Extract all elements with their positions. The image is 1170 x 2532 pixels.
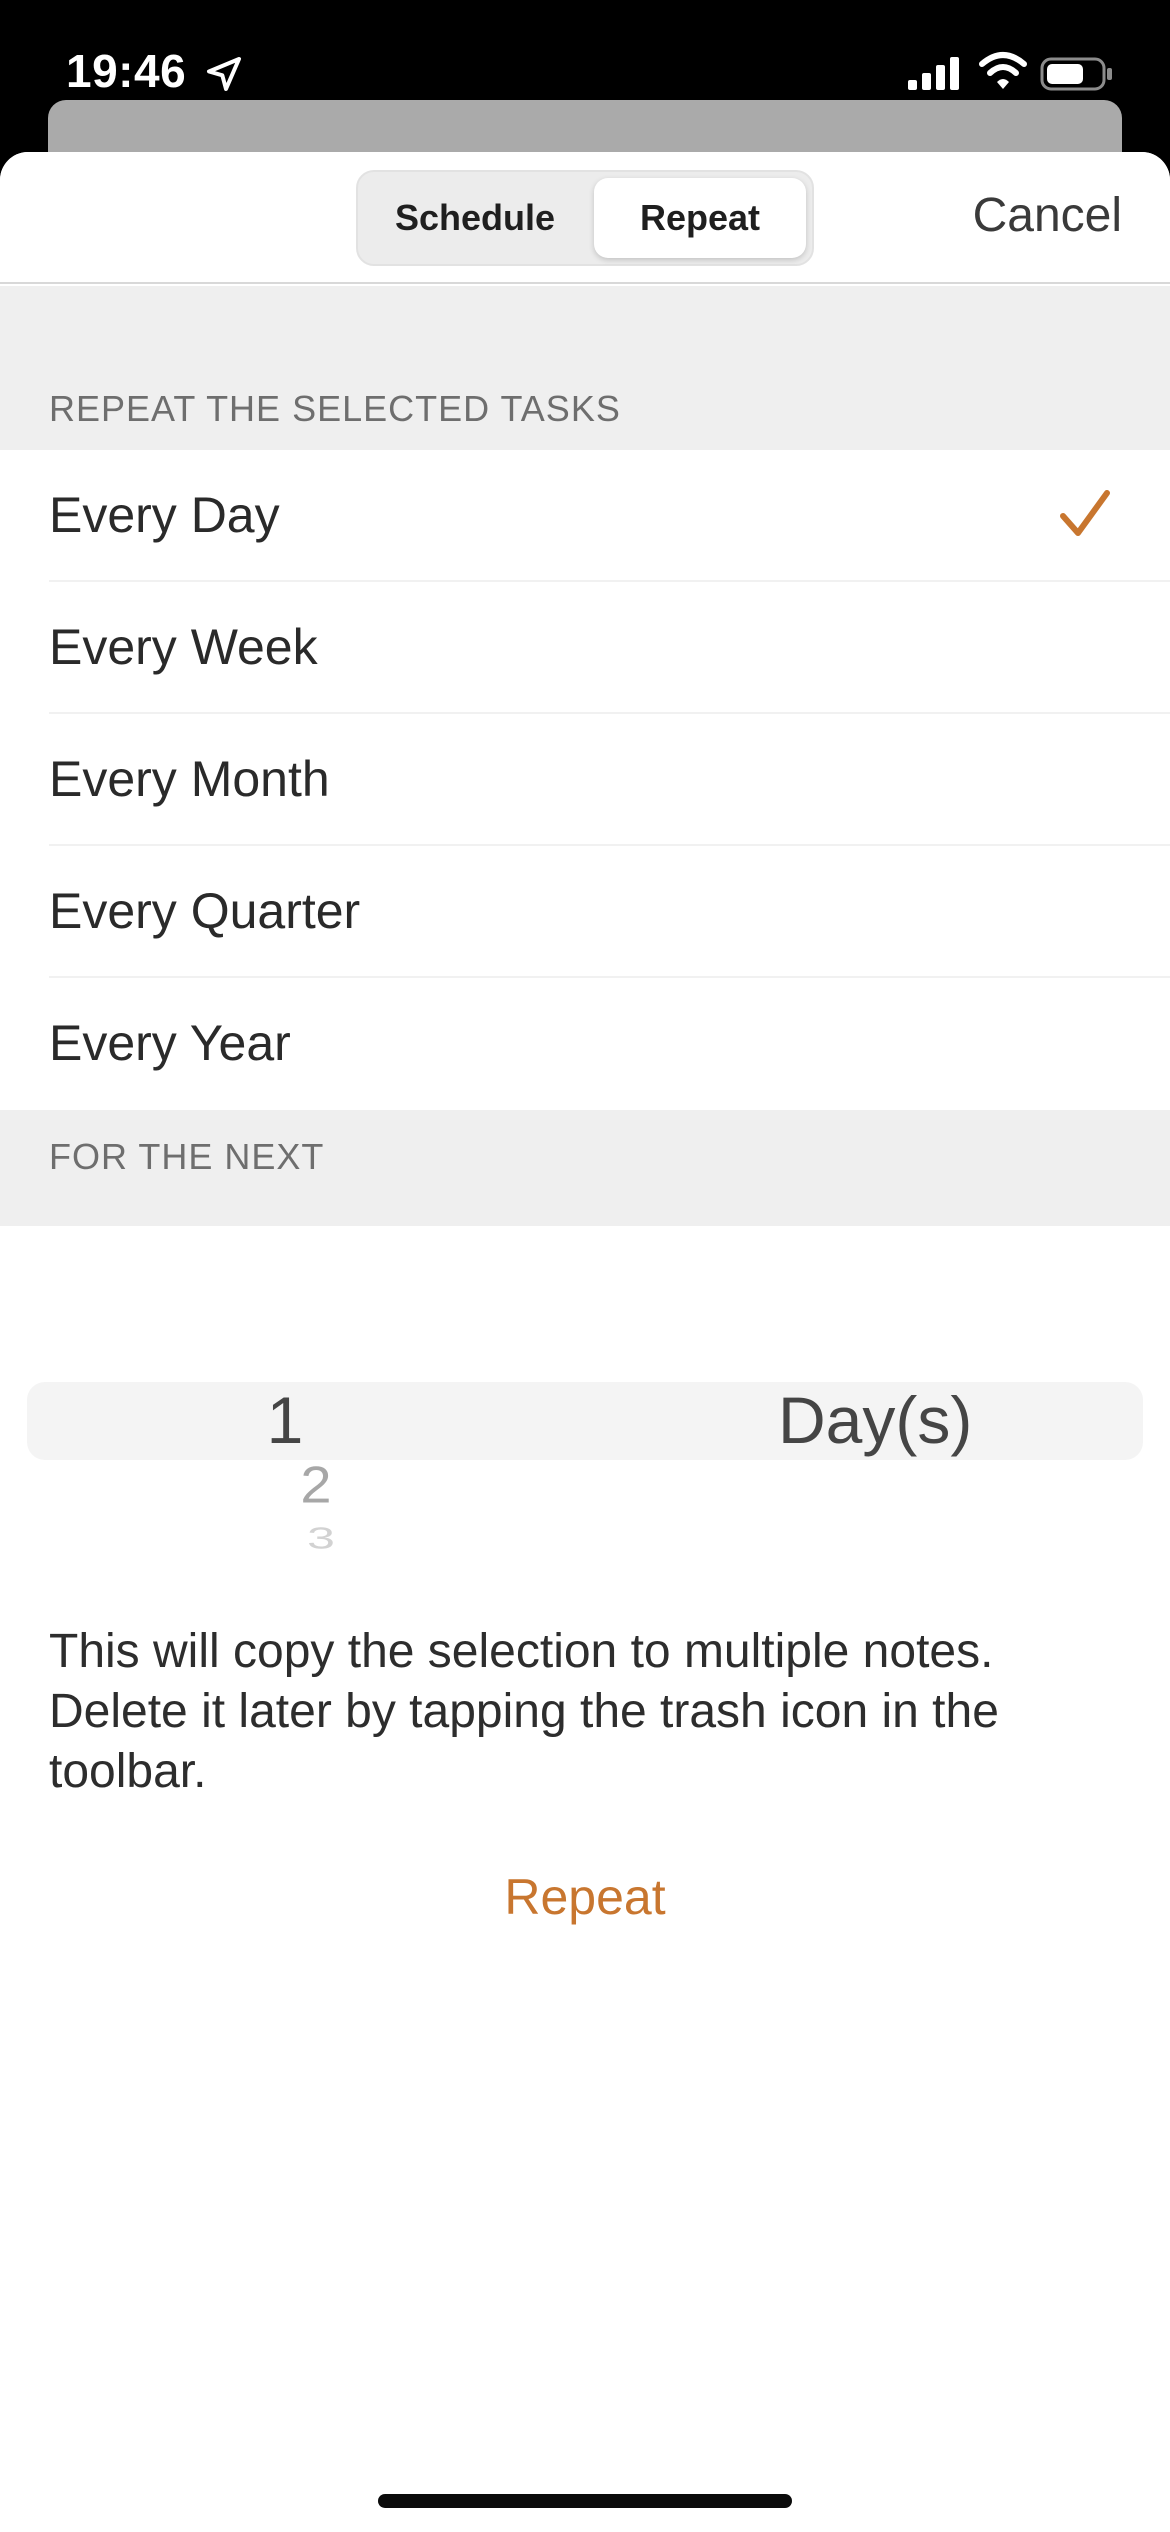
next-section-header: FOR THE NEXT: [0, 1110, 1170, 1226]
repeat-sheet: Schedule Repeat Cancel REPEAT THE SELECT…: [0, 152, 1170, 2532]
picker-number-option[interactable]: 3: [276, 1520, 366, 1556]
next-section-title: FOR THE NEXT: [49, 1136, 325, 1177]
option-every-day[interactable]: Every Day: [49, 450, 1170, 582]
sheet-navigation-bar: Schedule Repeat Cancel: [0, 152, 1170, 284]
option-every-week[interactable]: Every Week: [49, 582, 1170, 714]
wifi-icon: [979, 52, 1027, 89]
repeat-options-list: Every Day Every Week Every Month Every Q…: [0, 450, 1170, 1110]
location-arrow-icon: [207, 57, 241, 91]
repeat-section-header: REPEAT THE SELECTED TASKS: [0, 286, 1170, 450]
option-every-month[interactable]: Every Month: [49, 714, 1170, 846]
picker-unit-selected[interactable]: Day(s): [778, 1382, 972, 1458]
picker-selection-band[interactable]: [27, 1382, 1143, 1460]
status-time: 19:46: [66, 45, 187, 97]
schedule-repeat-segmented-control: Schedule Repeat: [356, 170, 814, 266]
picker-number-option[interactable]: 2: [266, 1455, 366, 1515]
option-label: Every Quarter: [49, 883, 361, 939]
tab-schedule[interactable]: Schedule: [364, 178, 586, 258]
cancel-button[interactable]: Cancel: [973, 188, 1122, 243]
picker-number-selected[interactable]: 1: [230, 1382, 340, 1458]
option-label: Every Year: [49, 1015, 291, 1071]
home-indicator: [378, 2494, 792, 2508]
repeat-section-title: REPEAT THE SELECTED TASKS: [49, 388, 621, 429]
option-label: Every Day: [49, 487, 280, 543]
tab-repeat[interactable]: Repeat: [594, 178, 806, 258]
checkmark-icon: [1060, 490, 1110, 536]
battery-icon: [1040, 57, 1112, 91]
option-every-quarter[interactable]: Every Quarter: [49, 846, 1170, 978]
repeat-button[interactable]: Repeat: [0, 1868, 1170, 1926]
repeat-description: This will copy the selection to multiple…: [49, 1625, 999, 1798]
option-label: Every Month: [49, 751, 330, 807]
cellular-signal-icon: [908, 57, 959, 90]
option-every-year[interactable]: Every Year: [49, 978, 1170, 1110]
option-label: Every Week: [49, 619, 318, 675]
